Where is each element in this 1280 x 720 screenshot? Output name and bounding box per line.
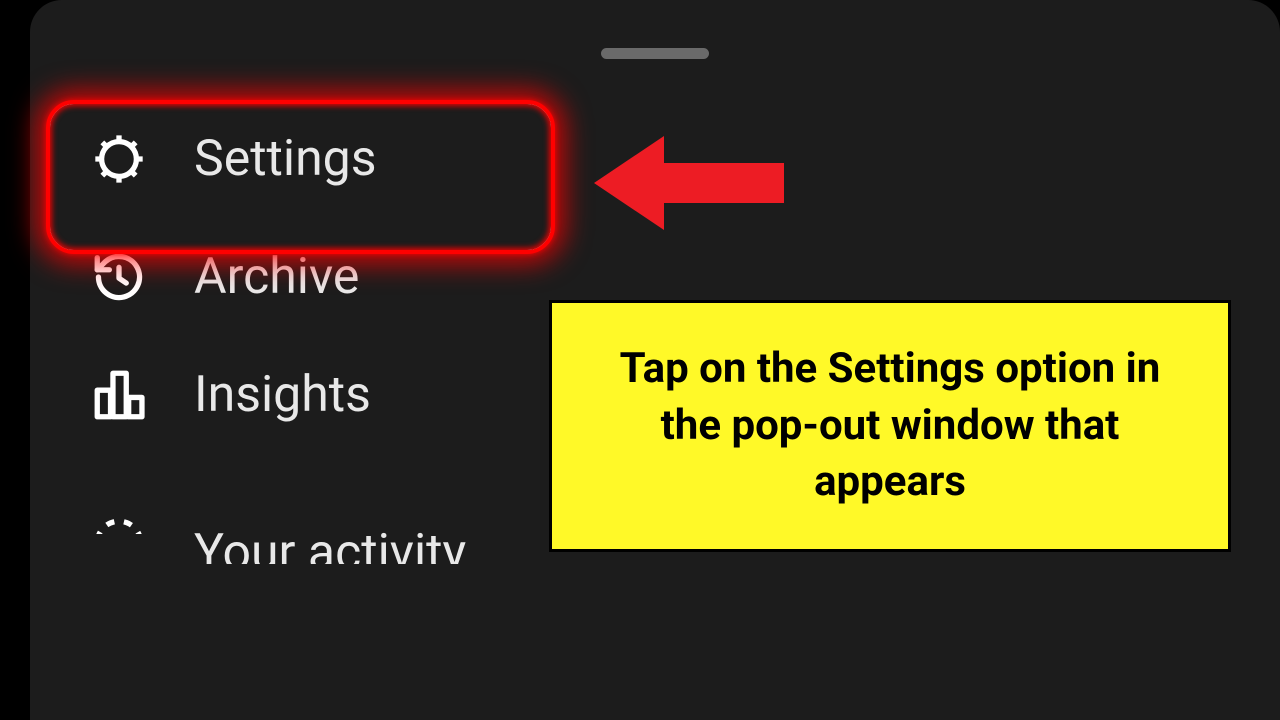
annotation-callout: Tap on the Settings option in the pop-ou… bbox=[549, 300, 1231, 552]
history-icon bbox=[90, 248, 148, 306]
menu-item-label: Settings bbox=[194, 130, 377, 188]
bar-chart-icon bbox=[90, 366, 148, 424]
menu-item-label: Archive bbox=[194, 248, 359, 306]
menu-item-settings[interactable]: Settings bbox=[66, 100, 1280, 218]
gear-icon bbox=[90, 130, 148, 188]
menu-item-label: Your activity bbox=[194, 524, 466, 564]
annotation-callout-text: Tap on the Settings option in the pop-ou… bbox=[620, 344, 1161, 506]
menu-item-label: Insights bbox=[194, 366, 371, 424]
drag-handle[interactable] bbox=[601, 48, 709, 59]
activity-icon bbox=[90, 514, 148, 534]
